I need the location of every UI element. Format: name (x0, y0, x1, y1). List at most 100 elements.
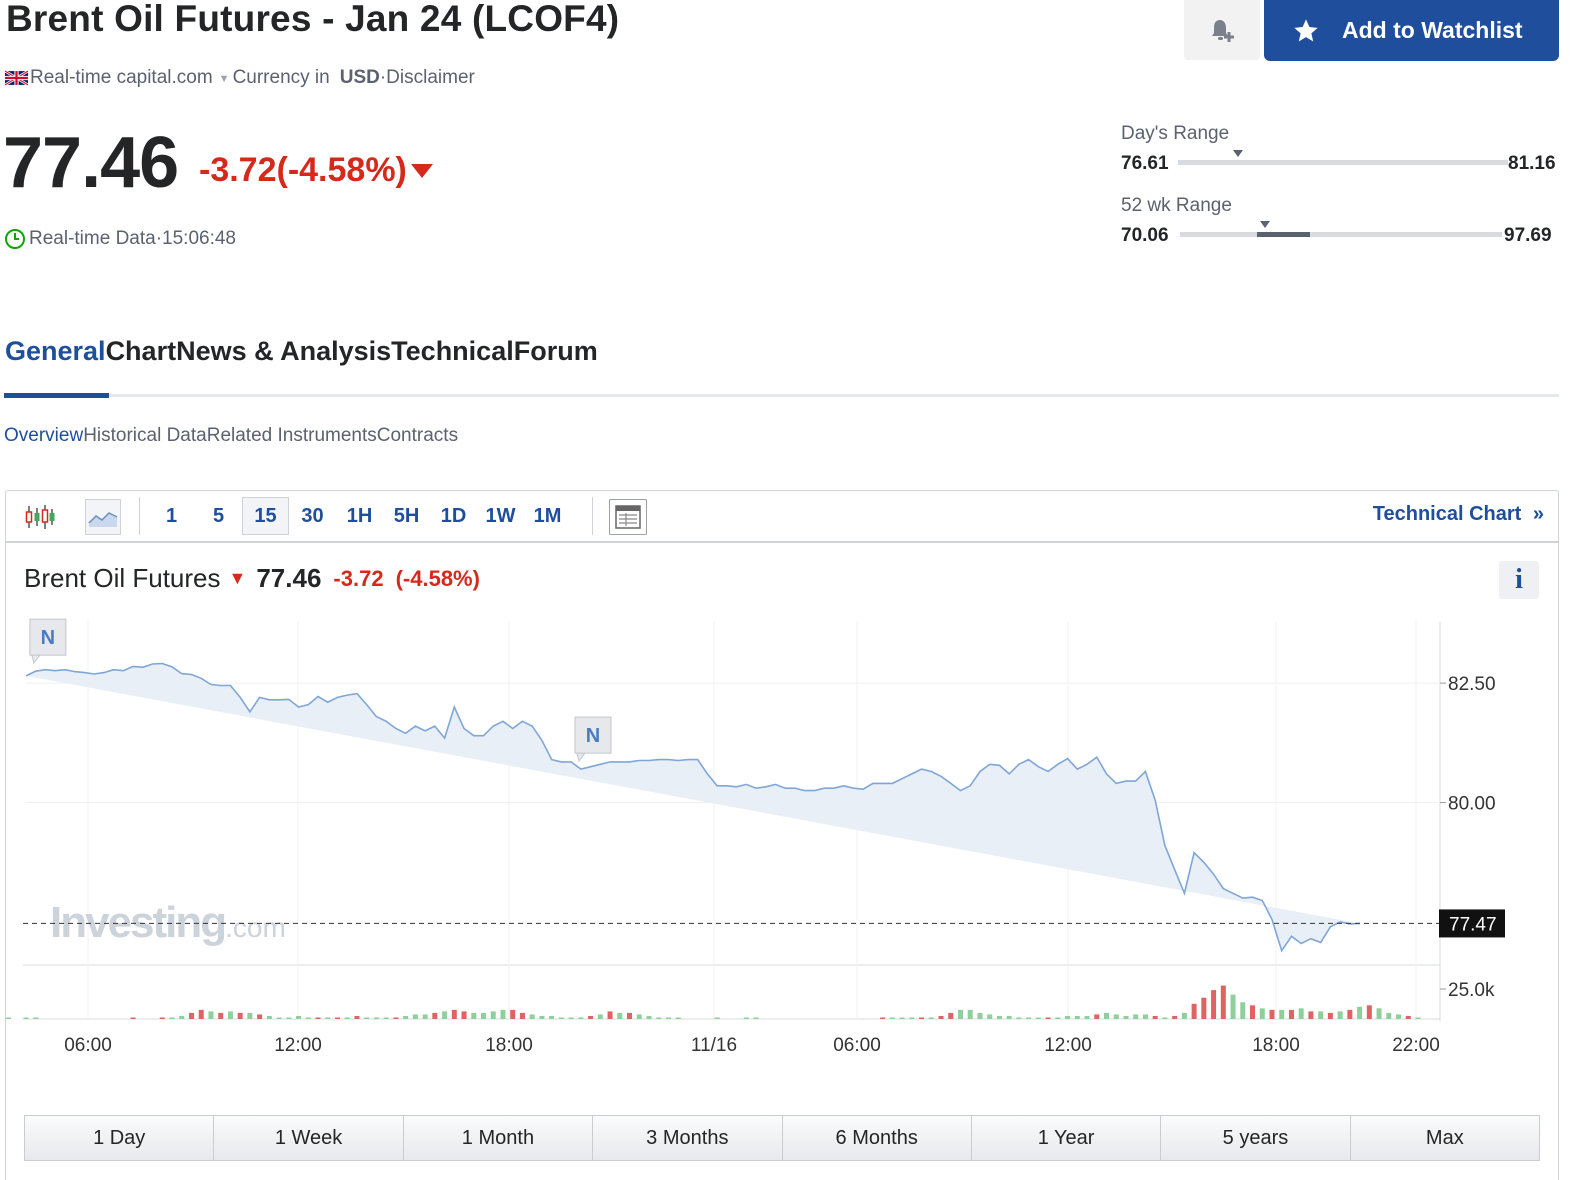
x-tick-label: 06:00 (64, 1035, 112, 1056)
volume-bar (1386, 1012, 1392, 1019)
volume-bar (1045, 1017, 1051, 1019)
volume-bar (237, 1012, 243, 1019)
period-6-months[interactable]: 6 Months (782, 1116, 972, 1160)
add-to-watchlist-button[interactable]: Add to Watchlist (1264, 0, 1559, 61)
tab-technical[interactable]: Technical (391, 336, 514, 367)
volume-bar (588, 1015, 594, 1019)
volume-bar (627, 1012, 633, 1019)
volume-bar (1104, 1012, 1110, 1019)
volume-bar (1347, 1009, 1353, 1019)
period-1-week[interactable]: 1 Week (214, 1116, 404, 1160)
subtab-historical-data[interactable]: Historical Data (83, 425, 207, 447)
tab-forum[interactable]: Forum (514, 336, 598, 367)
price-chart[interactable]: 06:00 12:00 18:00 11/16 06:00 12:00 18:00 22:00… (6, 491, 1558, 1091)
volume-bar (909, 1017, 915, 1019)
volume-bar (558, 1017, 564, 1019)
period-5-years[interactable]: 5 years (1161, 1116, 1351, 1160)
volume-bar (743, 1017, 749, 1019)
news-marker-label: N (41, 627, 55, 649)
volume-bar (315, 1017, 321, 1019)
data-source[interactable]: Real-time capital.com (30, 67, 213, 89)
period-3-months[interactable]: 3 Months (593, 1116, 783, 1160)
disclaimer-link[interactable]: ·Disclaimer (380, 67, 475, 89)
volume-bar (276, 1017, 282, 1019)
volume-bar (1230, 994, 1236, 1019)
last-price-label: 77.47 (1449, 914, 1497, 935)
caret-down-icon[interactable]: ▼ (219, 73, 230, 85)
volume-bar (1288, 1009, 1294, 1019)
x-tick-label: 18:00 (1252, 1035, 1300, 1056)
volume-bar (247, 1012, 253, 1019)
volume-bar (996, 1015, 1002, 1019)
volume-bar (1055, 1017, 1061, 1019)
volume-bar (1396, 1014, 1402, 1019)
volume-bar (159, 1017, 165, 1019)
subtab-overview[interactable]: Overview (4, 425, 83, 447)
volume-bar (286, 1017, 292, 1019)
page-title: Brent Oil Futures - Jan 24 (LCOF4) (6, 0, 620, 39)
sub-tabs: Overview Historical Data Related Instrum… (4, 425, 458, 447)
volume-bar (1016, 1017, 1022, 1019)
tab-chart[interactable]: Chart (106, 336, 177, 367)
volume-bar (957, 1009, 963, 1019)
volume-bar (977, 1012, 983, 1019)
tab-general[interactable]: General (5, 336, 106, 367)
volume-bar (675, 1017, 681, 1019)
volume-bar (442, 1011, 448, 1019)
volume-bar (938, 1015, 944, 1019)
volume-bar (987, 1014, 993, 1019)
tab-news-analysis[interactable]: News & Analysis (176, 336, 391, 367)
volume-bar (1298, 1008, 1304, 1019)
x-tick-label: 12:00 (274, 1035, 322, 1056)
volume-bar (296, 1015, 302, 1019)
x-tick-label: 12:00 (1044, 1035, 1092, 1056)
52wk-range-low: 70.06 (1121, 225, 1169, 246)
volume-bar (130, 1017, 136, 1019)
y-tick-label: 80.00 (1448, 794, 1496, 815)
volume-bar (1094, 1014, 1100, 1019)
period-1-day[interactable]: 1 Day (25, 1116, 215, 1160)
subtab-contracts[interactable]: Contracts (377, 425, 458, 447)
star-icon (1294, 18, 1318, 41)
volume-bar (373, 1017, 379, 1019)
volume-bar (432, 1012, 438, 1019)
volume-bar (753, 1017, 759, 1019)
y-tick-label: 82.50 (1448, 674, 1496, 695)
volume-bar (305, 1017, 311, 1019)
volume-bar (1065, 1015, 1071, 1019)
plot-area (26, 621, 1440, 1019)
volume-bar (1405, 1015, 1411, 1019)
volume-bar (1035, 1017, 1041, 1019)
volume-bar (1133, 1014, 1139, 1019)
volume-bar (481, 1012, 487, 1019)
volume-bar (1376, 1008, 1382, 1019)
currency-code: USD (339, 67, 380, 88)
volume-bar (179, 1015, 185, 1019)
volume-bar (1308, 1011, 1314, 1019)
chart-widget: 1 5 15 30 1H 5H 1D 1W 1M Technical Chart… (5, 490, 1559, 1180)
volume-bar (490, 1011, 496, 1019)
volume-bar (6, 1017, 11, 1019)
volume-bar (208, 1011, 214, 1019)
volume-tick-label: 25.0k (1448, 980, 1495, 1001)
period-max[interactable]: Max (1350, 1116, 1539, 1160)
volume-bar (218, 1012, 224, 1019)
price-alert-button[interactable] (1184, 0, 1260, 60)
volume-bar (1123, 1015, 1129, 1019)
currency-label: Currency in (232, 67, 330, 88)
period-1-month[interactable]: 1 Month (403, 1116, 594, 1160)
news-marker-label: N (586, 725, 600, 747)
active-tab-indicator (4, 393, 109, 398)
period-1-year[interactable]: 1 Year (971, 1116, 1162, 1160)
52wk-range-high: 97.69 (1504, 225, 1552, 246)
clock-icon (5, 229, 25, 249)
main-tabs: General Chart News & Analysis Technical … (5, 336, 598, 367)
volume-bar (656, 1017, 662, 1019)
x-tick-label: 22:00 (1392, 1035, 1440, 1056)
volume-bar (539, 1015, 545, 1019)
bell-plus-icon (1212, 20, 1234, 42)
subtab-related-instruments[interactable]: Related Instruments (207, 425, 377, 447)
volume-bar (461, 1011, 467, 1019)
days-range-marker (1233, 150, 1243, 157)
volume-bar (33, 1017, 39, 1019)
